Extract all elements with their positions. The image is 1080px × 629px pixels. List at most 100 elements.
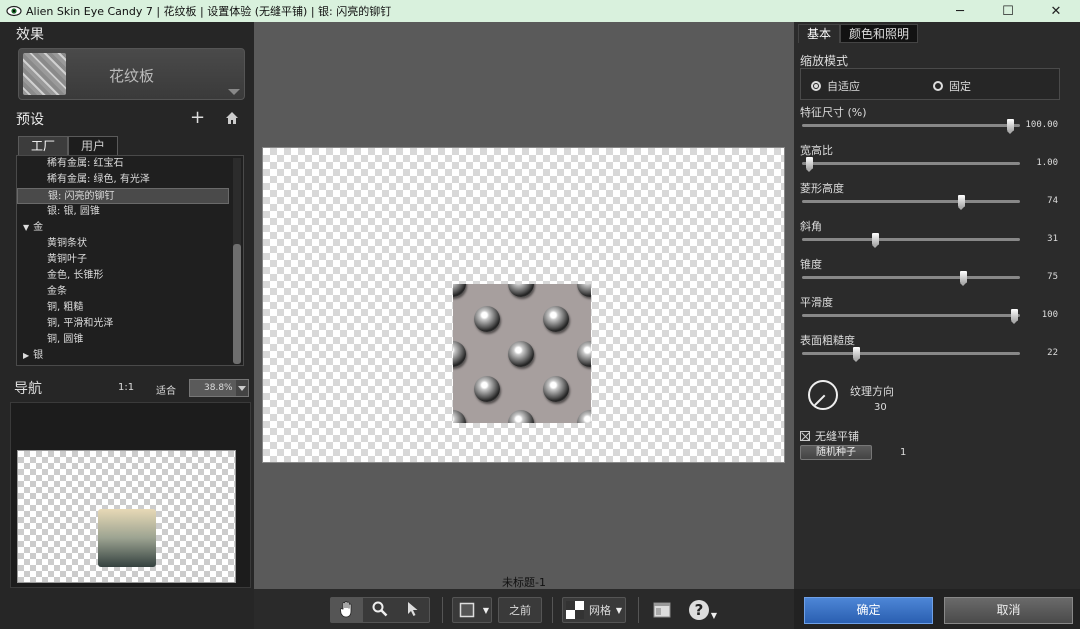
list-item[interactable]: 铜, 平滑和光泽 bbox=[17, 316, 243, 332]
add-preset-button[interactable]: + bbox=[190, 107, 205, 128]
list-item[interactable]: 铜, 圆锥 bbox=[17, 332, 243, 348]
navigator-thumbnail bbox=[98, 509, 156, 567]
ok-button[interactable]: 确定 bbox=[804, 597, 933, 624]
close-button[interactable]: ✕ bbox=[1032, 0, 1080, 22]
list-item[interactable]: 银: 银, 圆锥 bbox=[17, 204, 243, 220]
tab-user[interactable]: 用户 bbox=[68, 136, 119, 155]
zoom-tool-button[interactable] bbox=[363, 598, 397, 622]
preset-list: 稀有金属: 红宝石 稀有金属: 绿色, 有光泽 银: 闪亮的铆钉 银: 银, 圆… bbox=[16, 155, 244, 366]
slider-handle[interactable] bbox=[872, 233, 879, 248]
rivet-shape bbox=[474, 376, 500, 402]
radio-fixed[interactable]: 固定 bbox=[933, 78, 971, 94]
scale-mode-group: 自适应 固定 bbox=[800, 68, 1060, 100]
list-group-gold[interactable]: ▼ 金 bbox=[17, 220, 243, 236]
maximize-button[interactable]: ☐ bbox=[984, 0, 1032, 22]
list-item[interactable]: 稀有金属: 绿色, 有光泽 bbox=[17, 172, 243, 188]
chevron-down-icon: ▼ bbox=[615, 605, 623, 615]
chevron-down-icon[interactable] bbox=[236, 380, 248, 396]
before-label: 之前 bbox=[509, 604, 531, 617]
zoom-1to1-button[interactable]: 1:1 bbox=[118, 382, 134, 393]
radio-adaptive[interactable]: 自适应 bbox=[811, 78, 860, 94]
navigator-header: 导航 1:1 适合 38.8% bbox=[0, 378, 254, 400]
slider-handle[interactable] bbox=[960, 271, 967, 286]
tab-factory[interactable]: 工厂 bbox=[18, 136, 69, 155]
list-item[interactable]: 黄铜条状 bbox=[17, 236, 243, 252]
tab-color-lighting[interactable]: 颜色和照明 bbox=[840, 24, 919, 43]
slider-handle[interactable] bbox=[1007, 119, 1014, 134]
settings-panel: 基本 颜色和照明 缩放模式 自适应 固定 特征尺寸 (%) 100.00 宽高比 1.… bbox=[794, 22, 1080, 629]
slider-track[interactable] bbox=[802, 195, 1020, 210]
rivet-shape bbox=[508, 284, 534, 297]
slider-track[interactable] bbox=[802, 309, 1020, 324]
bottom-toolbar: ▼ 之前 网格 ▼ ? ▼ bbox=[254, 589, 794, 629]
document-title: 未标题-1 bbox=[502, 576, 546, 589]
eye-app-icon bbox=[6, 3, 22, 19]
list-item[interactable]: 稀有金属: 红宝石 bbox=[17, 156, 243, 172]
effect-selector[interactable]: 花纹板 bbox=[18, 48, 245, 100]
seamless-checkbox[interactable]: 无缝平铺 bbox=[800, 428, 859, 444]
random-seed-button[interactable]: 随机种子 bbox=[800, 445, 872, 460]
settings-tabs: 基本 颜色和照明 bbox=[798, 24, 919, 43]
slider-track[interactable] bbox=[802, 157, 1020, 172]
rivet-shape bbox=[453, 341, 466, 367]
slider-label: 表面粗糙度 bbox=[800, 334, 855, 347]
slider-label: 宽高比 bbox=[800, 144, 833, 157]
texture-direction-dial[interactable] bbox=[808, 380, 838, 410]
effect-section-title: 效果 bbox=[16, 27, 44, 43]
grid-dropdown[interactable]: 网格 ▼ bbox=[562, 597, 626, 623]
slider-track[interactable] bbox=[802, 347, 1020, 362]
navigator-title: 导航 bbox=[14, 381, 42, 397]
pattern-preview bbox=[453, 284, 591, 423]
preview-window-button[interactable] bbox=[650, 599, 674, 623]
rivet-shape bbox=[543, 376, 569, 402]
slider-handle[interactable] bbox=[806, 157, 813, 172]
square-icon bbox=[453, 598, 481, 622]
slider-handle[interactable] bbox=[853, 347, 860, 362]
slider-track[interactable] bbox=[802, 271, 1020, 286]
background-color-dropdown[interactable]: ▼ bbox=[452, 597, 492, 623]
rivet-shape bbox=[508, 341, 534, 367]
random-seed-value: 1 bbox=[900, 447, 907, 458]
list-item[interactable]: 铜, 粗糙 bbox=[17, 300, 243, 316]
navigator-panel bbox=[10, 402, 251, 588]
slider-track[interactable] bbox=[802, 119, 1020, 134]
list-item[interactable]: 金条 bbox=[17, 284, 243, 300]
list-group-silver[interactable]: ▶ 银 bbox=[17, 348, 243, 364]
slider-handle[interactable] bbox=[958, 195, 965, 210]
slider-label: 平滑度 bbox=[800, 296, 833, 309]
chevron-down-icon: ▼ bbox=[482, 605, 490, 615]
rivet-shape bbox=[577, 410, 591, 423]
group-label: 银 bbox=[33, 350, 44, 361]
radio-label: 固定 bbox=[949, 80, 971, 93]
scrollbar-thumb[interactable] bbox=[233, 244, 241, 364]
cancel-button[interactable]: 取消 bbox=[944, 597, 1073, 624]
help-button[interactable]: ? ▼ bbox=[686, 598, 720, 622]
list-item[interactable]: 黄铜叶子 bbox=[17, 252, 243, 268]
slider-track[interactable] bbox=[802, 233, 1020, 248]
navigator-preview[interactable] bbox=[17, 450, 236, 583]
checkbox-checked-icon bbox=[800, 431, 810, 441]
chevron-down-icon: ▼ bbox=[710, 610, 718, 620]
before-button[interactable]: 之前 bbox=[498, 597, 542, 623]
effect-name: 花纹板 bbox=[109, 67, 155, 85]
dial-indicator bbox=[814, 394, 826, 406]
zoom-select[interactable]: 38.8% bbox=[189, 379, 249, 397]
rivet-shape bbox=[543, 306, 569, 332]
minimize-button[interactable]: ─ bbox=[936, 0, 984, 22]
list-item-selected[interactable]: 银: 闪亮的铆钉 bbox=[17, 188, 229, 204]
hand-tool-button[interactable] bbox=[331, 598, 363, 622]
canvas[interactable] bbox=[262, 147, 785, 463]
list-item[interactable]: 金色, 长锥形 bbox=[17, 268, 243, 284]
zoom-fit-button[interactable]: 适合 bbox=[156, 382, 176, 397]
radio-label: 自适应 bbox=[827, 80, 860, 93]
tab-basic[interactable]: 基本 bbox=[798, 24, 841, 43]
slider-handle[interactable] bbox=[1011, 309, 1018, 324]
preset-section-title: 预设 bbox=[16, 112, 44, 128]
rivet-shape bbox=[508, 410, 534, 423]
select-tool-button[interactable] bbox=[397, 598, 429, 622]
window-title: Alien Skin Eye Candy 7 | 花纹板 | 设置体验 (无缝平… bbox=[26, 5, 392, 18]
preset-tabs: 工厂 用户 bbox=[18, 136, 119, 155]
slider-value: 100 bbox=[1041, 310, 1058, 320]
toolbar-separator bbox=[552, 597, 553, 623]
home-icon[interactable] bbox=[224, 110, 240, 126]
